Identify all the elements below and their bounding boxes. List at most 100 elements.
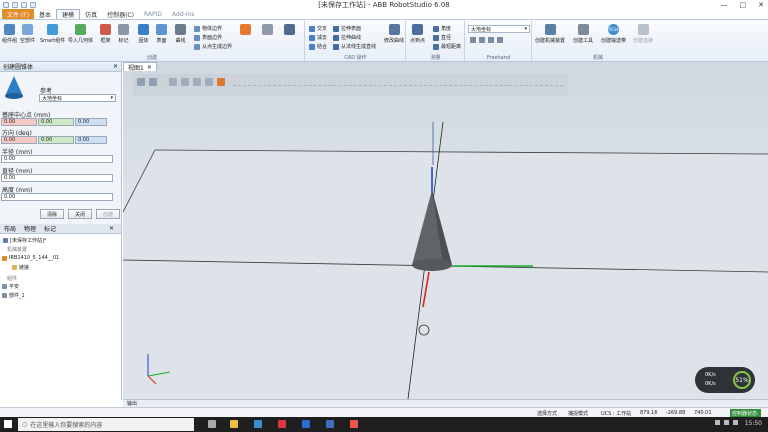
store-icon[interactable] [254, 420, 262, 428]
move-icon[interactable] [470, 37, 476, 43]
tab-physics[interactable]: 物理 [20, 224, 40, 233]
tab-rapid[interactable]: RAPID [139, 9, 167, 19]
layout-tree-panel: 布局 物理 标记 ✕ [未保存工作站]* 机械装置 IRB1410_5_144_… [0, 224, 122, 400]
jog-joint-icon[interactable] [488, 37, 494, 43]
reference-dropdown[interactable]: 大地坐标 ▾ [39, 94, 116, 102]
taskbar-search[interactable]: ○ 在这里输入你要搜索的内容 [18, 418, 194, 431]
union-button[interactable]: 结合 [309, 43, 327, 50]
dir-x-field[interactable]: 0.00 [1, 136, 37, 144]
solid-button[interactable]: 固体 [138, 24, 149, 44]
windows-start-icon[interactable] [4, 420, 12, 428]
surface-button[interactable]: 表面 [156, 24, 167, 44]
extrude-surface-button[interactable]: 拉伸表面 [333, 25, 361, 32]
create-mechanism-button[interactable]: 创建机械装置 [535, 24, 565, 44]
surface-boundary-button[interactable]: 表面边界 [194, 34, 222, 41]
point-to-point-button[interactable]: 点到点 [410, 24, 425, 44]
create-button[interactable]: 创建 [96, 209, 120, 219]
explorer-icon[interactable] [230, 420, 238, 428]
tree-item-robot[interactable]: IRB1410_5_144__01 [2, 255, 59, 261]
radius-field[interactable]: 0.00 [1, 155, 113, 163]
close-panel-button[interactable]: 关闭 [68, 209, 92, 219]
create-conveyor-button[interactable]: 9534 创建输送带 [601, 24, 626, 44]
maximize-button[interactable]: □ [740, 1, 747, 9]
task-view-icon[interactable] [208, 420, 216, 428]
edge-icon[interactable] [302, 420, 310, 428]
extrude-curve-button[interactable]: 拉伸曲线 [333, 34, 361, 41]
panel-close-icon[interactable]: ✕ [113, 63, 118, 70]
tab-file[interactable]: 文件 (F) [2, 9, 35, 19]
measure-icon[interactable] [217, 78, 225, 86]
volume-icon[interactable] [733, 420, 738, 425]
tab-addins[interactable]: Add-Ins [167, 9, 199, 19]
tab-layout[interactable]: 布局 [0, 224, 20, 233]
diameter-label: 直径 [441, 35, 452, 41]
center-y-field[interactable]: 0.00 [38, 118, 74, 126]
subtract-button[interactable]: 减去 [309, 34, 327, 41]
tab-modeling[interactable]: 建模 [56, 9, 81, 19]
tag-button[interactable]: 标记 [118, 24, 129, 44]
joint-button[interactable] [262, 24, 273, 37]
center-x-field[interactable]: 0.00 [1, 118, 37, 126]
network-icon[interactable] [724, 420, 729, 425]
word-icon[interactable] [326, 420, 334, 428]
create-connection-button[interactable]: 创建连接 [633, 24, 653, 44]
reference-frame-dropdown[interactable]: 大地坐标 ▾ [468, 25, 530, 33]
height-field[interactable]: 0.00 [1, 193, 113, 201]
center-z-field[interactable]: 0.00 [75, 118, 107, 126]
view-all-icon[interactable] [149, 78, 157, 86]
line-from-normal-button[interactable]: 从法线生成直线 [333, 43, 376, 50]
snap-object-icon[interactable] [205, 78, 213, 86]
modify-curve-button[interactable]: 修改曲线 [384, 24, 404, 44]
cone-preview-icon [5, 76, 23, 99]
tree-item-links[interactable]: 链接 [12, 264, 29, 271]
min-distance-button[interactable]: 最短距离 [433, 43, 461, 50]
select-group-icon[interactable] [181, 78, 189, 86]
edge-button[interactable] [240, 24, 251, 37]
angle-button[interactable]: 角度 [433, 25, 451, 32]
smart-component-button[interactable]: Smart组件 [40, 24, 65, 44]
select-part-icon[interactable] [169, 78, 177, 86]
viewport-scene[interactable] [123, 62, 768, 399]
3d-viewport[interactable]: 视图1 ✕ 0K/s 0K/s 51% [123, 62, 768, 399]
select-icon[interactable] [137, 78, 145, 86]
dir-y-field[interactable]: 0.00 [38, 136, 74, 144]
select-target-icon[interactable] [193, 78, 201, 86]
tree-item-station[interactable]: [未保存工作站]* [3, 237, 46, 244]
empty-part-button[interactable]: 空部件 [20, 24, 35, 44]
snap-mode-dropdown[interactable]: 捕捉模式 [568, 409, 588, 417]
minimize-button[interactable]: — [721, 1, 728, 9]
output-tab[interactable]: 输出 [123, 399, 768, 407]
tray-icon[interactable] [715, 420, 720, 425]
close-button[interactable]: ✕ [758, 1, 764, 9]
app-icon[interactable] [350, 420, 358, 428]
diameter-button[interactable]: 直径 [433, 34, 451, 41]
component-group-button[interactable]: 组件组 [2, 24, 17, 44]
body-boundary-button[interactable]: 物体边界 [194, 25, 222, 32]
clear-button[interactable]: 清除 [40, 209, 64, 219]
selection-mode-label: 选择方式 [537, 410, 558, 417]
tab-simulation[interactable]: 仿真 [80, 9, 102, 19]
intersect-button[interactable]: 交叉 [309, 25, 327, 32]
create-tool-button[interactable]: 创建工具 [573, 24, 593, 44]
jog-linear-icon[interactable] [497, 37, 503, 43]
selection-mode-dropdown[interactable]: 选择方式 [537, 409, 557, 417]
clock[interactable]: 15:50 [745, 420, 762, 427]
import-geometry-button[interactable]: 导入几何体 [68, 24, 93, 44]
diameter-field[interactable]: 0.00 [1, 174, 113, 182]
controller-status[interactable]: 控制器状态: [730, 409, 761, 417]
tab-home[interactable]: 基本 [34, 9, 56, 19]
tab-tags[interactable]: 标记 [40, 224, 60, 233]
rotate-icon[interactable] [479, 37, 485, 43]
pin-icon[interactable]: ✕ [105, 225, 118, 232]
tree-item-part2[interactable]: 部件_1 [2, 292, 25, 299]
frame-button[interactable]: 框架 [100, 24, 111, 44]
tree-item-part1[interactable]: 平安 [2, 283, 19, 290]
view-toolbar [133, 74, 568, 96]
chrome-icon[interactable] [278, 420, 286, 428]
physics-button[interactable] [284, 24, 295, 37]
tab-controller[interactable]: 控制器(C) [102, 9, 139, 19]
dir-z-field[interactable]: 0.00 [75, 136, 107, 144]
physics-icon [284, 24, 295, 35]
curve-button[interactable]: 曲线 [175, 24, 186, 44]
points-boundary-button[interactable]: 从点生成边界 [194, 43, 232, 50]
